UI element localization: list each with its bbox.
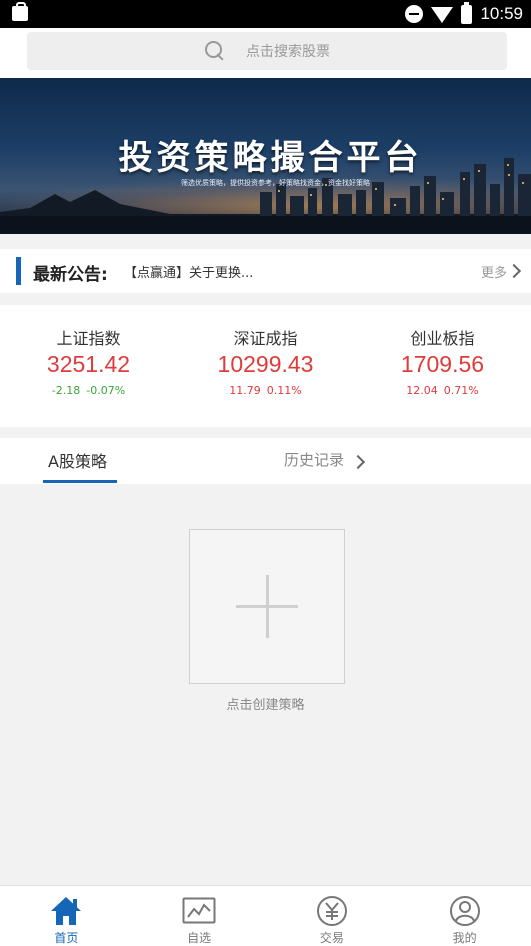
search-placeholder: 点击搜索股票: [246, 44, 330, 60]
search-input[interactable]: 点击搜索股票: [27, 32, 507, 70]
nav-watchlist[interactable]: 自选: [133, 886, 266, 946]
status-bar: 10:59: [0, 0, 531, 28]
index-value: 1709.56: [400, 351, 485, 377]
promo-banner[interactable]: 投资策略撮合平台 筛选优质策略，提供投资参考，好策略找资金，资金找好策略: [0, 78, 531, 234]
status-time: 10:59: [480, 4, 523, 23]
announcement-text[interactable]: 【点赢通】关于更换...: [124, 262, 253, 281]
strategy-tabs: A股策略 历史记录: [0, 438, 531, 484]
home-icon: [51, 897, 82, 925]
tab-a-share-strategy[interactable]: A股策略: [48, 448, 107, 472]
index-shenzhen[interactable]: 深证成指 10299.43 11.79 0.11%: [177, 305, 354, 427]
chart-icon: [182, 897, 216, 924]
battery-icon: [461, 1, 473, 24]
banner-title: 投资策略撮合平台: [118, 138, 423, 178]
index-name: 创业板指: [410, 329, 475, 348]
index-value: 10299.43: [217, 351, 314, 377]
announcement-title: 最新公告:: [33, 265, 108, 285]
chevron-right-icon[interactable]: [350, 454, 366, 470]
index-name: 深证成指: [233, 329, 298, 348]
nav-label: 交易: [319, 931, 344, 945]
yen-icon: [316, 896, 347, 926]
index-shanghai[interactable]: 上证指数 3251.42 -2.18 -0.07%: [0, 305, 177, 427]
nav-label: 首页: [54, 931, 79, 945]
create-strategy-label: 点击创建策略: [226, 698, 305, 713]
index-name: 上证指数: [56, 329, 121, 348]
bottom-navigation: 首页 自选 交易 我的: [0, 885, 531, 946]
user-icon: [449, 896, 480, 926]
nav-label: 我的: [452, 931, 477, 945]
accent-bar: [16, 257, 21, 285]
search-icon: [204, 40, 226, 62]
nav-trade[interactable]: 交易: [266, 886, 399, 946]
banner-subtitle: 筛选优质策略，提供投资参考，好策略找资金，资金找好策略: [181, 179, 370, 187]
wifi-icon: [431, 7, 454, 23]
do-not-disturb-icon: [405, 5, 424, 23]
nav-home[interactable]: 首页: [0, 886, 133, 946]
market-indices: 上证指数 3251.42 -2.18 -0.07% 深证成指 10299.43 1…: [0, 305, 531, 427]
chevron-right-icon[interactable]: [506, 263, 522, 279]
index-change: 11.79 0.11%: [229, 384, 302, 397]
nav-label: 自选: [187, 931, 212, 945]
announcement-bar[interactable]: 最新公告: 【点赢通】关于更换... 更多: [0, 249, 531, 293]
index-change: -2.18 -0.07%: [51, 384, 126, 397]
more-link[interactable]: 更多: [481, 262, 507, 281]
index-chinext[interactable]: 创业板指 1709.56 12.04 0.71%: [354, 305, 531, 427]
index-value: 3251.42: [46, 351, 131, 377]
create-strategy-button[interactable]: [189, 529, 345, 684]
search-bar: 点击搜索股票: [0, 28, 531, 78]
index-change: 12.04 0.71%: [406, 384, 479, 397]
history-link[interactable]: 历史记录: [284, 449, 344, 470]
nav-profile[interactable]: 我的: [398, 886, 531, 946]
active-tab-indicator: [43, 480, 117, 483]
shopping-bag-icon: [12, 2, 28, 21]
